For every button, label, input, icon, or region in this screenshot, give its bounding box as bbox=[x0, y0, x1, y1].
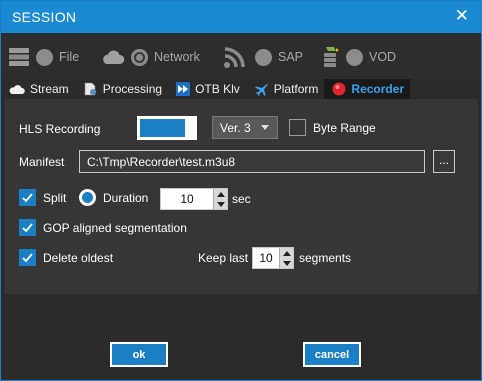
cloud-icon bbox=[9, 84, 25, 95]
source-vod-radio[interactable] bbox=[346, 48, 363, 66]
stepper-down-icon[interactable] bbox=[280, 258, 293, 268]
window-title: SESSION bbox=[12, 9, 77, 25]
keep-last-value: 10 bbox=[253, 248, 279, 268]
cloud-icon bbox=[101, 49, 125, 65]
stepper-up-icon[interactable] bbox=[214, 189, 227, 199]
segments-label: segments bbox=[299, 251, 352, 265]
record-dot-icon bbox=[332, 82, 346, 96]
source-vod[interactable]: VOD bbox=[322, 46, 396, 68]
duration-unit-label: sec bbox=[232, 192, 251, 206]
manifest-path-input[interactable]: C:\Tmp\Recorder\test.m3u8 bbox=[79, 150, 425, 173]
chevron-down-icon bbox=[261, 125, 269, 130]
keep-last-stepper[interactable]: 10 bbox=[252, 247, 294, 269]
stepper-down-icon[interactable] bbox=[214, 199, 227, 209]
source-sap[interactable]: SAP bbox=[223, 46, 303, 68]
byte-range-checkbox[interactable] bbox=[289, 119, 306, 136]
tab-bar: Stream Processing OTB Klv Platform Recor… bbox=[1, 79, 481, 99]
wifi-signal-icon bbox=[223, 45, 249, 69]
tab-recorder-label: Recorder bbox=[351, 82, 405, 96]
tab-otb-klv-label: OTB Klv bbox=[195, 82, 240, 96]
hls-recording-toggle[interactable] bbox=[137, 116, 197, 140]
version-select[interactable]: Ver. 3 bbox=[212, 116, 278, 139]
hls-recording-label: HLS Recording bbox=[19, 122, 101, 136]
source-file-radio[interactable] bbox=[36, 48, 53, 66]
source-sap-label: SAP bbox=[278, 50, 304, 64]
manifest-label: Manifest bbox=[19, 155, 65, 169]
gop-aligned-label: GOP aligned segmentation bbox=[43, 220, 187, 235]
duration-label: Duration bbox=[103, 190, 149, 205]
stepper-up-icon[interactable] bbox=[280, 248, 293, 258]
tab-platform[interactable]: Platform bbox=[246, 79, 325, 99]
close-icon[interactable]: ✕ bbox=[455, 7, 469, 25]
split-label: Split bbox=[43, 190, 67, 205]
title-bar: SESSION ✕ bbox=[1, 1, 481, 33]
tab-stream-label: Stream bbox=[30, 82, 69, 96]
source-file-label: File bbox=[59, 50, 80, 64]
media-library-icon bbox=[322, 46, 340, 68]
source-network[interactable]: Network bbox=[101, 46, 200, 68]
source-sap-radio[interactable] bbox=[255, 48, 272, 66]
cancel-button[interactable]: cancel bbox=[303, 342, 361, 367]
source-file[interactable]: File bbox=[8, 46, 79, 68]
duration-stepper[interactable]: 10 bbox=[160, 188, 228, 210]
storage-icon bbox=[8, 47, 30, 67]
gop-aligned-checkbox[interactable] bbox=[19, 219, 36, 236]
session-dialog: SESSION ✕ File Network SAP VOD Stream Pr… bbox=[0, 0, 482, 381]
document-gear-icon bbox=[83, 82, 98, 96]
split-checkbox[interactable] bbox=[19, 189, 36, 206]
tab-recorder[interactable]: Recorder bbox=[324, 79, 411, 99]
browse-button[interactable]: ... bbox=[433, 150, 455, 173]
tab-platform-label: Platform bbox=[273, 82, 319, 96]
source-selector: File Network SAP VOD bbox=[1, 33, 481, 79]
duration-radio[interactable] bbox=[79, 189, 96, 206]
duration-value: 10 bbox=[161, 189, 213, 209]
manifest-path-value: C:\Tmp\Recorder\test.m3u8 bbox=[87, 154, 236, 169]
source-network-label: Network bbox=[154, 50, 200, 64]
keep-last-label: Keep last bbox=[198, 251, 249, 265]
tab-otb-klv[interactable]: OTB Klv bbox=[168, 79, 246, 99]
forward-arrows-icon bbox=[176, 82, 191, 96]
delete-oldest-checkbox[interactable] bbox=[19, 249, 36, 266]
version-select-value: Ver. 3 bbox=[220, 120, 251, 135]
source-network-radio[interactable] bbox=[131, 48, 148, 66]
tab-processing[interactable]: Processing bbox=[75, 79, 168, 99]
source-vod-label: VOD bbox=[369, 50, 397, 64]
airplane-icon bbox=[254, 82, 269, 97]
delete-oldest-label: Delete oldest bbox=[43, 250, 114, 265]
tab-processing-label: Processing bbox=[102, 82, 163, 96]
recorder-panel: HLS Recording Ver. 3 Byte Range Manifest… bbox=[5, 99, 478, 294]
tab-stream[interactable]: Stream bbox=[1, 79, 75, 99]
byte-range-label: Byte Range bbox=[313, 120, 376, 135]
ok-button[interactable]: ok bbox=[110, 342, 168, 367]
